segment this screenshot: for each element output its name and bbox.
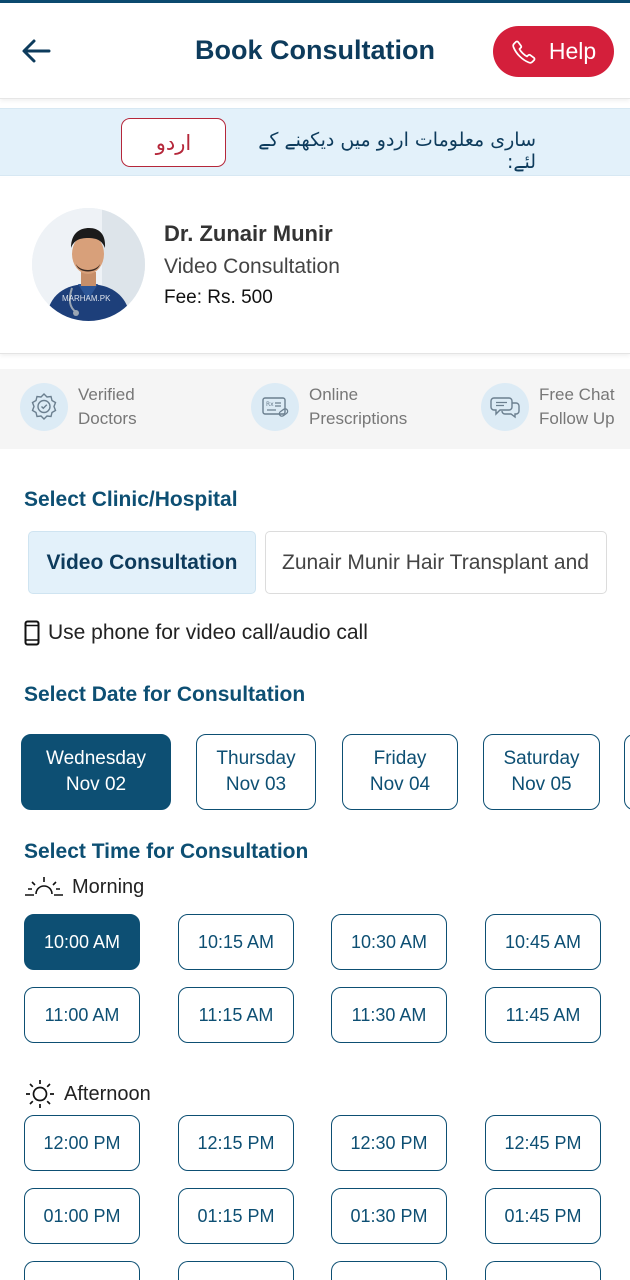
time-slot[interactable]: 10:00 AM: [24, 914, 140, 970]
time-slot[interactable]: 11:15 AM: [178, 987, 294, 1043]
time-slot-partial[interactable]: [331, 1261, 447, 1280]
time-slot-partial[interactable]: [24, 1261, 140, 1280]
phone-note: Use phone for video call/audio call: [24, 620, 368, 646]
afternoon-label-row: Afternoon: [24, 1078, 151, 1110]
clinic-tab-video-consultation[interactable]: Video Consultation: [28, 531, 256, 594]
consultation-type: Video Consultation: [164, 255, 340, 278]
chat-icon: [490, 397, 520, 419]
morning-label-row: Morning: [24, 874, 144, 900]
phone-icon: [512, 40, 536, 64]
time-slot[interactable]: 01:15 PM: [178, 1188, 294, 1244]
doctor-name: Dr. Zunair Munir: [164, 221, 333, 246]
time-slot[interactable]: 12:15 PM: [178, 1115, 294, 1171]
feature-line1: Free Chat: [539, 385, 615, 404]
date-date: Nov 04: [369, 774, 431, 795]
feature-line1: Online: [309, 385, 359, 404]
time-slot[interactable]: 11:45 AM: [485, 987, 601, 1043]
feature-line2: Doctors: [78, 409, 137, 428]
urdu-language-button[interactable]: اردو: [121, 118, 226, 167]
back-button[interactable]: [18, 33, 54, 69]
doctor-avatar: MARHAM.PK: [32, 208, 145, 321]
date-section-title: Select Date for Consultation: [24, 683, 306, 706]
morning-label: Morning: [72, 875, 145, 898]
time-slot[interactable]: 10:45 AM: [485, 914, 601, 970]
feature-line2: Follow Up: [539, 409, 615, 428]
time-slot[interactable]: 01:30 PM: [331, 1188, 447, 1244]
svg-text:Rx: Rx: [266, 401, 274, 408]
badge-icon: [31, 393, 57, 420]
urdu-banner-text: ساری معلومات اردو میں دیکھنے کے لئے:: [258, 129, 536, 173]
time-slot[interactable]: 01:45 PM: [485, 1188, 601, 1244]
date-chip-thursday[interactable]: Thursday Nov 03: [196, 734, 316, 810]
app-header: Book Consultation Help: [0, 3, 630, 99]
clinic-tab-hair-transplant[interactable]: Zunair Munir Hair Transplant and: [265, 531, 607, 594]
date-day: Thursday: [216, 748, 296, 769]
date-chip-wednesday[interactable]: Wednesday Nov 02: [21, 734, 171, 810]
date-day: Wednesday: [46, 748, 146, 769]
avatar-watermark: MARHAM.PK: [62, 294, 111, 303]
clinic-section-title: Select Clinic/Hospital: [24, 488, 238, 511]
help-button[interactable]: Help: [493, 26, 614, 77]
time-slot[interactable]: 01:00 PM: [24, 1188, 140, 1244]
prescription-icon: Rx: [262, 397, 289, 417]
time-slot[interactable]: 12:45 PM: [485, 1115, 601, 1171]
doctor-card: MARHAM.PK Dr. Zunair Munir Video Consult…: [0, 178, 630, 354]
time-slot-partial[interactable]: [485, 1261, 601, 1280]
date-day: Friday: [373, 748, 427, 769]
phone-note-text: Use phone for video call/audio call: [48, 621, 368, 644]
afternoon-label: Afternoon: [64, 1082, 151, 1105]
date-date: Nov 02: [65, 774, 127, 795]
time-slot[interactable]: 12:30 PM: [331, 1115, 447, 1171]
feature-line1: Verified: [78, 385, 135, 404]
urdu-language-banner: اردو ساری معلومات اردو میں دیکھنے کے لئے…: [0, 108, 630, 176]
consultation-fee: Fee: Rs. 500: [164, 287, 273, 308]
feature-free-chat: Free Chat Follow Up: [481, 383, 615, 431]
time-slot[interactable]: 12:00 PM: [24, 1115, 140, 1171]
date-date: Nov 05: [511, 774, 572, 795]
time-slot[interactable]: 10:30 AM: [331, 914, 447, 970]
smartphone-icon: [24, 620, 40, 646]
sunrise-icon: [25, 877, 63, 896]
feature-line2: Prescriptions: [309, 409, 408, 428]
time-slot[interactable]: 10:15 AM: [178, 914, 294, 970]
sun-icon: [26, 1080, 54, 1108]
features-strip: Verified Doctors Rx Online Prescriptions: [0, 369, 630, 449]
arrow-left-icon: [22, 39, 51, 63]
time-slot-partial[interactable]: [178, 1261, 294, 1280]
time-slot[interactable]: 11:00 AM: [24, 987, 140, 1043]
feature-verified-doctors: Verified Doctors: [20, 383, 137, 431]
help-label: Help: [548, 38, 597, 64]
time-slot[interactable]: 11:30 AM: [331, 987, 447, 1043]
date-date: Nov 03: [225, 774, 287, 795]
feature-online-prescriptions: Rx Online Prescriptions: [251, 383, 407, 431]
time-section-title: Select Time for Consultation: [24, 840, 309, 863]
date-chip-next-partial[interactable]: [624, 734, 630, 810]
date-chip-saturday[interactable]: Saturday Nov 05: [483, 734, 600, 810]
date-day: Saturday: [503, 748, 580, 769]
date-chip-friday[interactable]: Friday Nov 04: [342, 734, 458, 810]
